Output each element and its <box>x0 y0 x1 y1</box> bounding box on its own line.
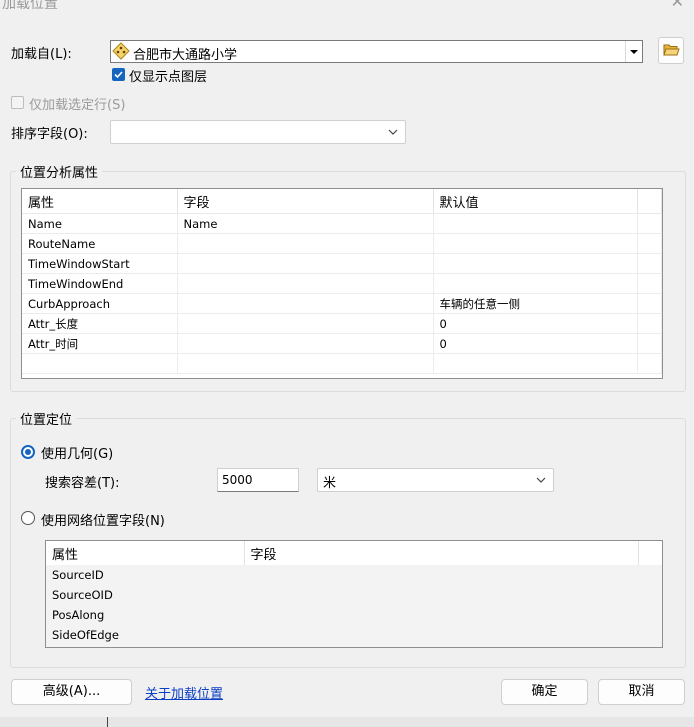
load-from-value: 合肥市大通路小学 <box>133 48 238 63</box>
show-point-layers-checkbox[interactable] <box>112 68 125 81</box>
field-cell[interactable] <box>177 293 434 314</box>
grid-header-row: 属性 字段 默认值 <box>22 189 662 214</box>
sort-field-dropdown[interactable] <box>110 120 406 144</box>
grid-header-row: 属性 字段 <box>46 541 662 565</box>
use-network-fields-label: 使用网络位置字段(N) <box>41 514 165 529</box>
location-analysis-title: 位置分析属性 <box>16 162 103 181</box>
default-cell[interactable] <box>433 253 638 274</box>
default-cell[interactable]: 0 <box>433 333 638 354</box>
field-cell[interactable] <box>177 253 434 274</box>
default-cell[interactable] <box>433 213 638 234</box>
field-cell <box>244 585 638 605</box>
use-geometry-radio[interactable] <box>21 445 35 459</box>
use-geometry-label: 使用几何(G) <box>41 447 114 462</box>
load-from-combobox[interactable]: 合肥市大通路小学 <box>110 40 643 63</box>
filler-cell <box>637 213 662 234</box>
table-row[interactable]: RouteName <box>22 233 662 254</box>
table-row[interactable]: Attr_时间 0 <box>22 333 662 354</box>
checkmark-icon <box>114 71 123 79</box>
browse-folder-button[interactable] <box>658 37 684 64</box>
filler-cell <box>637 313 662 334</box>
default-cell[interactable] <box>433 233 638 254</box>
advanced-button[interactable]: 高级(A)... <box>11 679 132 705</box>
chevron-down-icon <box>535 474 547 490</box>
table-row[interactable]: Attr_长度 0 <box>22 313 662 334</box>
property-cell: RouteName <box>22 233 178 254</box>
property-cell: TimeWindowEnd <box>22 273 178 294</box>
field-cell <box>244 605 638 625</box>
default-cell[interactable] <box>433 273 638 294</box>
property-cell: Name <box>22 213 178 234</box>
load-selected-label: 仅加载选定行(S) <box>29 98 126 113</box>
load-selected-checkbox[interactable] <box>11 96 24 109</box>
unit-value: 米 <box>323 476 337 491</box>
table-row-empty <box>22 353 662 374</box>
filler-cell <box>637 253 662 274</box>
point-layer-icon <box>112 42 130 64</box>
background-window-edge <box>0 717 694 727</box>
use-network-fields-radio[interactable] <box>21 511 35 525</box>
property-cell: Attr_长度 <box>22 313 178 334</box>
table-row: SourceOID <box>46 585 662 605</box>
filler-cell <box>637 233 662 254</box>
network-fields-grid: 属性 字段 SourceID SourceOID PosAlong SideOf… <box>45 540 663 648</box>
filler-cell <box>637 333 662 354</box>
table-row[interactable]: TimeWindowStart <box>22 253 662 274</box>
column-header-filler <box>638 541 662 565</box>
sort-field-label: 排序字段(O): <box>11 127 88 142</box>
property-cell: SourceID <box>52 568 104 582</box>
default-cell[interactable]: 0 <box>433 313 638 334</box>
property-cell: Attr_时间 <box>22 333 178 354</box>
table-row: SourceID <box>46 565 662 585</box>
window-title: 加载位置 <box>2 0 58 12</box>
ok-button[interactable]: 确定 <box>501 679 588 705</box>
property-cell: SideOfEdge <box>52 628 119 642</box>
filler-cell <box>637 293 662 314</box>
default-cell[interactable]: 车辆的任意一侧 <box>433 293 638 314</box>
about-load-locations-link[interactable]: 关于加载位置 <box>145 683 223 702</box>
field-cell[interactable] <box>177 273 434 294</box>
table-row[interactable]: Name Name <box>22 213 662 234</box>
show-point-layers-label: 仅显示点图层 <box>129 70 208 85</box>
chevron-down-icon <box>387 126 399 142</box>
field-cell <box>244 565 638 585</box>
column-header: 字段 <box>244 541 639 565</box>
column-header-filler <box>637 189 662 214</box>
field-cell[interactable] <box>177 233 434 254</box>
filler-cell <box>637 273 662 294</box>
table-row[interactable]: TimeWindowEnd <box>22 273 662 294</box>
positioning-title: 位置定位 <box>16 409 77 428</box>
folder-open-icon <box>663 42 680 62</box>
unit-dropdown[interactable]: 米 <box>317 468 554 492</box>
search-tolerance-label: 搜索容差(T): <box>45 476 120 491</box>
property-cell: CurbApproach <box>22 293 178 314</box>
column-header: 属性 <box>46 541 245 565</box>
chevron-down-icon[interactable] <box>625 41 642 62</box>
field-cell[interactable] <box>177 333 434 354</box>
field-cell[interactable] <box>177 313 434 334</box>
background-divider <box>107 717 108 727</box>
column-header[interactable]: 字段 <box>177 189 434 214</box>
table-row: SideOfEdge <box>46 625 662 645</box>
column-header[interactable]: 属性 <box>22 189 178 214</box>
property-cell: PosAlong <box>52 608 105 622</box>
search-tolerance-input[interactable]: 5000 <box>217 468 299 492</box>
column-header[interactable]: 默认值 <box>433 189 638 214</box>
field-cell <box>244 625 638 645</box>
property-cell: SourceOID <box>52 588 113 602</box>
search-tolerance-value: 5000 <box>222 473 253 487</box>
table-row: PosAlong <box>46 605 662 625</box>
location-analysis-grid[interactable]: 属性 字段 默认值 Name Name RouteName TimeWindow… <box>21 188 663 379</box>
cancel-button[interactable]: 取消 <box>598 679 685 705</box>
close-icon[interactable]: ✕ <box>671 0 684 11</box>
property-cell: TimeWindowStart <box>22 253 178 274</box>
load-from-label: 加载自(L): <box>11 47 72 62</box>
table-row[interactable]: CurbApproach 车辆的任意一侧 <box>22 293 662 314</box>
field-cell[interactable]: Name <box>177 213 434 234</box>
